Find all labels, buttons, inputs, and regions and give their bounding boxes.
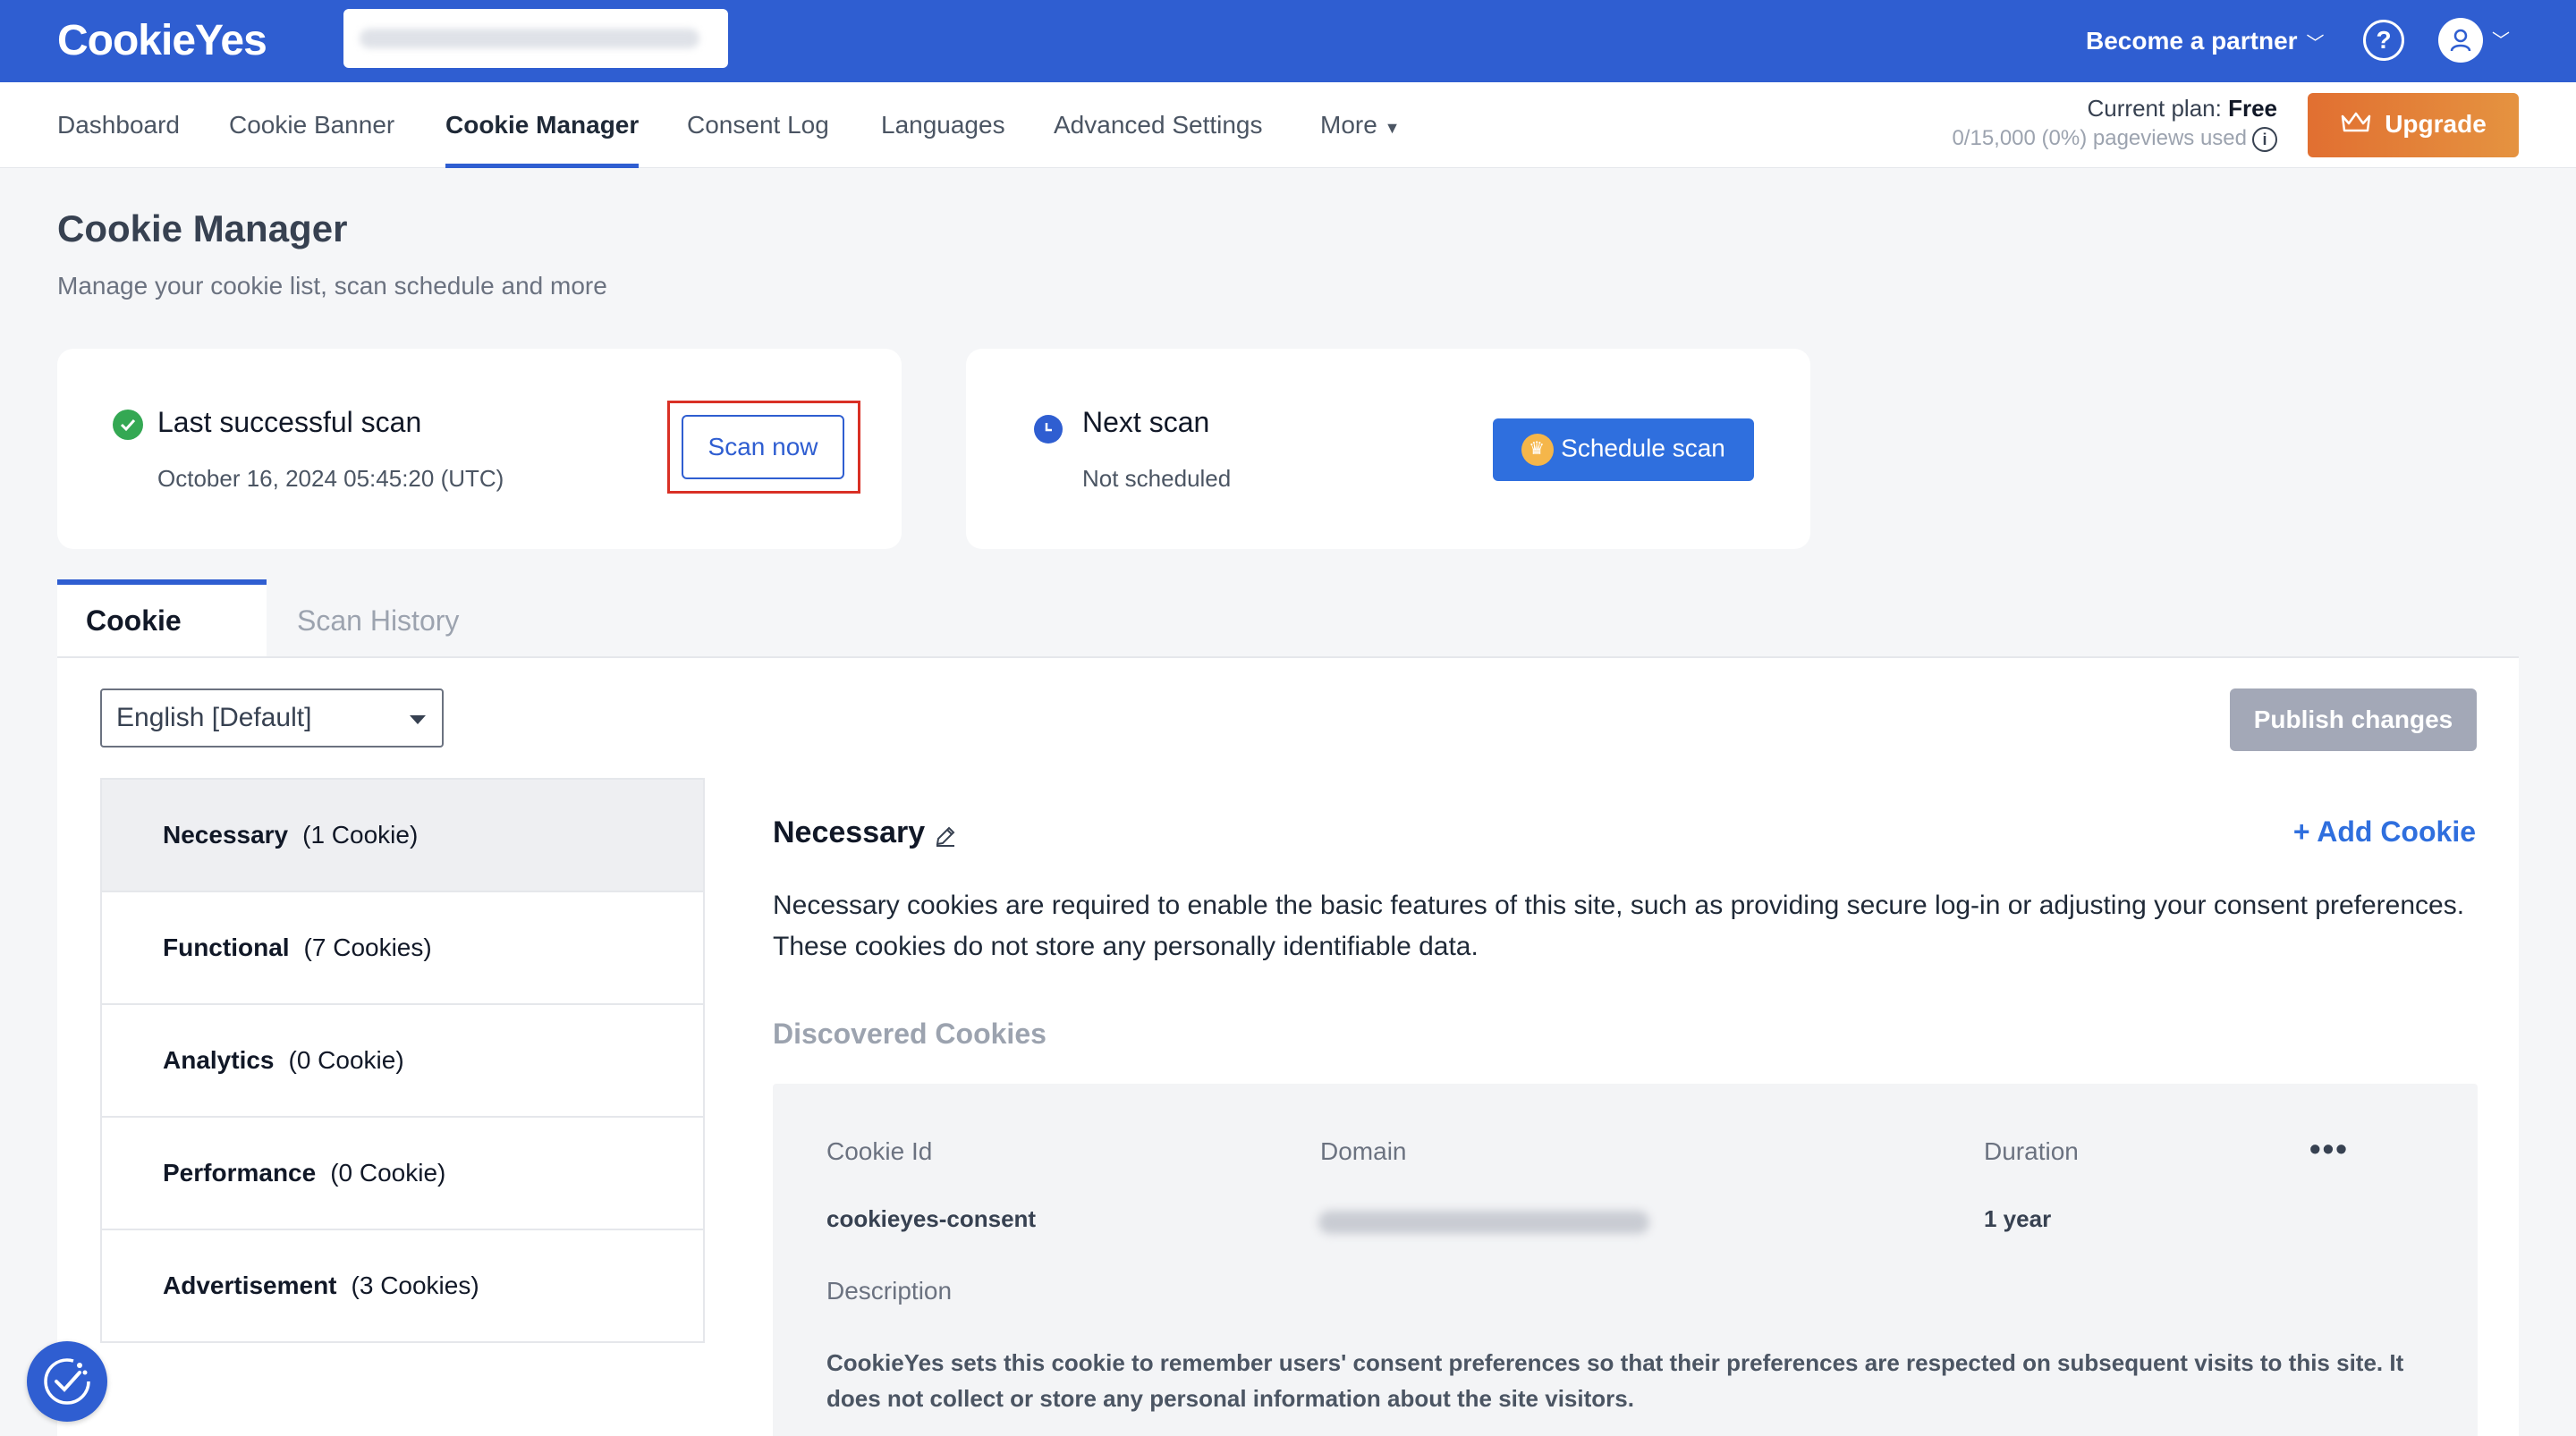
plan-value: Free — [2228, 95, 2277, 122]
plan-info: Current plan: Free 0/15,000 (0%) pagevie… — [1952, 95, 2277, 152]
nav-dashboard[interactable]: Dashboard — [57, 82, 180, 168]
description-label: Description — [826, 1277, 953, 1305]
category-count: (3 Cookies) — [351, 1271, 479, 1299]
category-name: Necessary — [163, 821, 289, 849]
schedule-scan-label: Schedule scan — [1561, 434, 1725, 462]
category-count: (1 Cookie) — [302, 821, 419, 849]
category-count: (0 Cookie) — [288, 1046, 404, 1074]
tab-scan-history[interactable]: Scan History — [268, 579, 487, 658]
more-actions-icon[interactable]: ••• — [2309, 1130, 2349, 1168]
info-icon[interactable]: i — [2252, 126, 2277, 152]
nav-more[interactable]: More ▼ — [1320, 82, 1400, 168]
domain-cell-redacted — [1318, 1211, 1649, 1234]
main-nav: Dashboard Cookie Banner Cookie Manager C… — [0, 82, 2576, 168]
nav-more-label: More — [1320, 111, 1377, 139]
discovered-cookies-title: Discovered Cookies — [773, 1018, 1046, 1050]
schedule-scan-button[interactable]: Schedule scan — [1493, 418, 1754, 481]
next-scan-title: Next scan — [1082, 406, 1210, 438]
edit-pencil-icon[interactable] — [934, 824, 957, 852]
last-scan-title: Last successful scan — [157, 406, 422, 438]
category-functional[interactable]: Functional (7 Cookies) — [100, 891, 705, 1005]
column-header-cookie-id: Cookie Id — [826, 1137, 933, 1165]
category-name: Performance — [163, 1159, 317, 1187]
nav-cookie-banner[interactable]: Cookie Banner — [229, 82, 394, 168]
chevron-down-icon: ﹀ — [2306, 34, 2325, 54]
category-name: Analytics — [163, 1046, 275, 1074]
column-header-domain: Domain — [1320, 1137, 1407, 1165]
category-name: Advertisement — [163, 1271, 337, 1299]
consent-badge-icon[interactable] — [27, 1341, 107, 1422]
pageviews-usage: 0/15,000 (0%) pageviews used — [1952, 126, 2247, 150]
scan-now-button[interactable]: Scan now — [682, 415, 844, 479]
top-bar: CookieYes Become a partner ﹀ ? ﹀ — [0, 0, 2576, 82]
nav-consent-log[interactable]: Consent Log — [687, 82, 829, 168]
check-circle-icon — [113, 410, 143, 440]
cookie-id-cell: cookieyes-consent — [826, 1205, 1037, 1232]
page-title: Cookie Manager — [57, 207, 348, 249]
caret-down-icon — [410, 715, 426, 724]
next-scan-card: Next scan Not scheduled Schedule scan — [966, 349, 1810, 549]
help-icon[interactable]: ? — [2363, 20, 2404, 61]
cookie-list-panel: English [Default] Publish changes Necess… — [57, 656, 2519, 1436]
category-advertisement[interactable]: Advertisement (3 Cookies) — [100, 1229, 705, 1343]
publish-changes-button[interactable]: Publish changes — [2230, 688, 2477, 751]
tab-cookie-list[interactable]: Cookie List — [57, 579, 267, 708]
cookieyes-logo[interactable]: CookieYes — [57, 16, 267, 66]
chevron-down-icon[interactable]: ﹀ — [2492, 20, 2510, 63]
clock-icon — [1034, 415, 1063, 443]
last-scan-date: October 16, 2024 05:45:20 (UTC) — [157, 465, 504, 492]
site-url-redacted — [360, 29, 699, 48]
last-scan-card: Last successful scan October 16, 2024 05… — [57, 349, 902, 549]
user-avatar-icon[interactable] — [2438, 18, 2483, 63]
cookie-table: Cookie Id Domain Duration ••• cookieyes-… — [773, 1084, 2478, 1436]
nav-cookie-manager[interactable]: Cookie Manager — [445, 82, 640, 168]
category-list: Necessary (1 Cookie) Functional (7 Cookies… — [100, 778, 705, 1343]
upgrade-label: Upgrade — [2385, 109, 2487, 138]
caret-down-icon: ▼ — [1384, 119, 1401, 137]
upgrade-button[interactable]: Upgrade — [2308, 93, 2519, 157]
plan-label: Current plan: — [2087, 95, 2222, 122]
category-description: Necessary cookies are required to enable… — [773, 891, 2465, 961]
partner-label: Become a partner — [2086, 27, 2298, 55]
duration-cell: 1 year — [1984, 1205, 2052, 1232]
language-select-value: English [Default] — [116, 703, 312, 732]
become-partner-menu[interactable]: Become a partner ﹀ — [2086, 20, 2325, 63]
nav-languages[interactable]: Languages — [881, 82, 1005, 168]
next-scan-status: Not scheduled — [1082, 465, 1232, 492]
category-count: (7 Cookies) — [303, 933, 432, 961]
category-analytics[interactable]: Analytics (0 Cookie) — [100, 1003, 705, 1118]
page-subtitle: Manage your cookie list, scan schedule a… — [57, 272, 607, 300]
category-necessary[interactable]: Necessary (1 Cookie) — [100, 778, 705, 892]
category-performance[interactable]: Performance (0 Cookie) — [100, 1116, 705, 1230]
nav-advanced-settings[interactable]: Advanced Settings — [1054, 82, 1263, 168]
column-header-duration: Duration — [1984, 1137, 2079, 1165]
crown-icon — [2340, 111, 2372, 140]
add-cookie-link[interactable]: + Add Cookie — [2293, 815, 2476, 849]
category-name: Functional — [163, 933, 290, 961]
language-select[interactable]: English [Default] — [100, 688, 444, 748]
premium-crown-icon — [1521, 434, 1555, 466]
cookie-description-text: CookieYes sets this cookie to remember u… — [826, 1349, 2404, 1412]
category-detail-title: Necessary — [773, 815, 926, 849]
site-selector[interactable] — [343, 9, 728, 68]
category-count: (0 Cookie) — [330, 1159, 446, 1187]
